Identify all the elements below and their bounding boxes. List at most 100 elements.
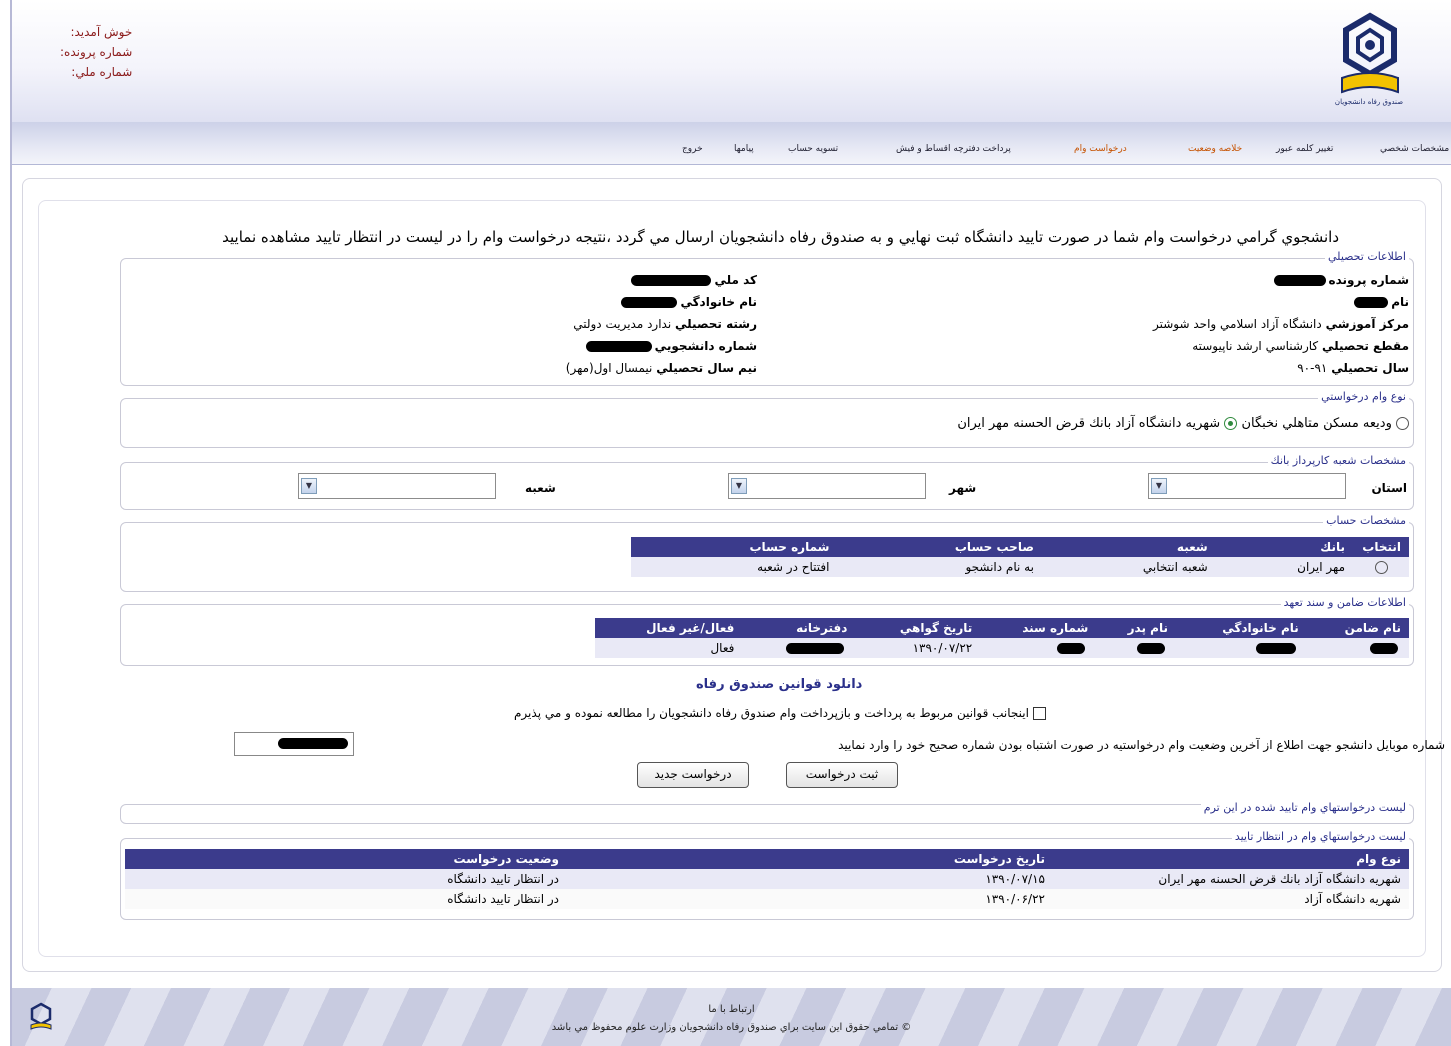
grade-field-label: مقطع تحصيلي bbox=[1321, 339, 1409, 353]
table-cell: مهر ايران bbox=[1215, 557, 1353, 577]
province-label: استان bbox=[1371, 481, 1407, 495]
download-rules-link[interactable]: دانلود قوانين صندوق رفاه bbox=[696, 677, 862, 692]
tuition-loan-radio[interactable] bbox=[1224, 417, 1238, 430]
mobile-label: شماره موبايل دانشجو جهت اطلاع از آخرين و… bbox=[838, 738, 1445, 752]
field-field-label: رشته تحصيلي bbox=[675, 317, 757, 331]
column-bank: بانك bbox=[1215, 537, 1353, 557]
grade-value: كارشناسي ارشد ناپيوسته bbox=[1192, 339, 1319, 353]
column-family-name: نام خانوادگي bbox=[1175, 618, 1307, 638]
table-row: شهريه دانشگاه آزاد بانك قرض الحسنه مهر ا… bbox=[125, 869, 1409, 889]
table-cell bbox=[980, 638, 1097, 658]
loan-type-section: نوع وام درخواستي وديعه مسكن متاهلي نخبگا… bbox=[120, 390, 1414, 448]
column-father-name: نام پدر bbox=[1096, 618, 1176, 638]
redacted-value bbox=[1370, 643, 1398, 654]
nav-loan-request[interactable]: درخواست وام bbox=[1074, 144, 1127, 154]
table-cell: افتتاح در شعبه bbox=[631, 557, 838, 577]
table-cell: در انتظار تاييد دانشگاه bbox=[125, 889, 567, 909]
user-info: خوش آمديد: شماره پرونده: شماره ملي: bbox=[60, 22, 132, 82]
pending-requests-section: ليست درخواستهاي وام در انتظار تاييد نوع … bbox=[120, 830, 1414, 920]
file-number-field-label: شماره پرونده bbox=[1328, 273, 1409, 287]
redacted-value bbox=[621, 297, 678, 308]
column-account-owner: صاحب حساب bbox=[837, 537, 1042, 557]
redacted-value bbox=[1057, 643, 1086, 654]
redacted-value bbox=[786, 643, 845, 654]
page-footer: ارتباط با ما © تمامي حقوق اين سايت براي … bbox=[12, 988, 1451, 1046]
agreement-checkbox[interactable] bbox=[1032, 707, 1046, 720]
loan-type-options: وديعه مسكن متاهلي نخبگان شهريه دانشگاه آ… bbox=[957, 416, 1409, 431]
copyright-text: © تمامي حقوق اين سايت براي صندوق رفاه دا… bbox=[551, 1022, 912, 1033]
redacted-value bbox=[1136, 643, 1165, 654]
new-request-button[interactable]: درخواست جديد bbox=[637, 762, 749, 788]
table-cell: فعال bbox=[595, 638, 743, 658]
table-row: مهر ايران شعبه انتخابي به نام دانشجو افت… bbox=[631, 557, 1409, 577]
table-cell: به نام دانشجو bbox=[837, 557, 1042, 577]
column-branch: شعبه bbox=[1041, 537, 1216, 557]
column-request-date: تاريخ درخواست bbox=[567, 849, 1053, 869]
pending-requests-table: نوع وام تاريخ درخواست وضعيت درخواست شهري… bbox=[125, 849, 1409, 909]
redacted-value bbox=[1255, 643, 1296, 654]
student-number-field-label: شماره دانشجويي bbox=[654, 339, 757, 353]
nav-personal-info[interactable]: مشخصات شخصي bbox=[1380, 144, 1449, 154]
fund-logo bbox=[1341, 12, 1399, 94]
column-account-number: شماره حساب bbox=[631, 537, 838, 557]
housing-deposit-radio[interactable] bbox=[1396, 417, 1409, 430]
bank-branch-legend: مشخصات شعبه كارپرداز بانك bbox=[1267, 454, 1409, 467]
redacted-value bbox=[585, 341, 652, 352]
education-info-section: اطلاعات تحصيلي شماره پرونده نام مركز آمو… bbox=[120, 250, 1414, 386]
family-name-field-label: نام خانوادگي bbox=[680, 295, 757, 309]
nav-installment-payment[interactable]: پرداخت دفترچه اقساط و فيش bbox=[896, 144, 1011, 154]
welcome-text: خوش آمديد: bbox=[70, 25, 133, 39]
submit-request-button[interactable]: ثبت درخواست bbox=[786, 762, 898, 788]
nav-messages[interactable]: پيامها bbox=[734, 144, 754, 154]
branch-select[interactable]: ▼ bbox=[298, 473, 496, 499]
city-select[interactable]: ▼ bbox=[728, 473, 926, 499]
bank-branch-section: مشخصات شعبه كارپرداز بانك استان ▼ شهر ▼ … bbox=[120, 454, 1414, 510]
branch-label: شعبه bbox=[525, 481, 556, 495]
year-field-label: سال تحصيلي bbox=[1331, 361, 1409, 375]
agreement-row: اينجانب قوانين مربوط به پرداخت و بازپردا… bbox=[514, 706, 1046, 720]
nav-settlement[interactable]: تسويه حساب bbox=[788, 144, 838, 154]
notice-text: دانشجوي گرامي درخواست وام شما در صورت تا… bbox=[222, 228, 1339, 246]
pending-header-row: نوع وام تاريخ درخواست وضعيت درخواست bbox=[125, 849, 1409, 869]
nav-logout[interactable]: خروج bbox=[682, 144, 703, 154]
name-field-label: نام bbox=[1391, 295, 1409, 309]
table-cell bbox=[742, 638, 856, 658]
redacted-value bbox=[278, 738, 348, 749]
semester-row: نيم سال تحصيلي نيمسال اول(مهر) bbox=[566, 361, 757, 375]
tuition-loan-label: شهريه دانشگاه آزاد بانك قرض الحسنه مهر ا… bbox=[957, 416, 1221, 431]
contact-us-link[interactable]: ارتباط با ما bbox=[12, 1004, 1451, 1015]
year-row: سال تحصيلي ۹۱-۹۰ bbox=[1297, 361, 1409, 375]
student-number-row: شماره دانشجويي bbox=[583, 339, 757, 353]
nav-change-password[interactable]: تغيير كلمه عبور bbox=[1276, 144, 1333, 154]
guarantor-legend: اطلاعات ضامن و سند تعهد bbox=[1280, 596, 1409, 609]
chevron-down-icon: ▼ bbox=[301, 478, 317, 494]
city-label: شهر bbox=[949, 481, 977, 495]
table-cell: شهريه دانشگاه آزاد bbox=[1053, 889, 1409, 909]
column-guarantor-name: نام ضامن bbox=[1306, 618, 1409, 638]
guarantor-section: اطلاعات ضامن و سند تعهد نام ضامن نام خان… bbox=[120, 596, 1414, 666]
semester-field-label: نيم سال تحصيلي bbox=[656, 361, 757, 375]
table-cell: ۱۳۹۰/۰۷/۱۵ bbox=[567, 869, 1053, 889]
column-document-number: شماره سند bbox=[980, 618, 1097, 638]
table-cell: در انتظار تاييد دانشگاه bbox=[125, 869, 567, 889]
select-cell bbox=[1353, 557, 1409, 577]
chevron-down-icon: ▼ bbox=[1151, 478, 1167, 494]
account-section: مشخصات حساب انتخاب بانك شعبه صاحب حساب ش… bbox=[120, 514, 1414, 592]
account-table: انتخاب بانك شعبه صاحب حساب شماره حساب مه… bbox=[631, 537, 1409, 577]
nav-status-summary[interactable]: خلاصه وضعيت bbox=[1188, 144, 1242, 154]
table-cell bbox=[1306, 638, 1409, 658]
top-navigation: مشخصات شخصي تغيير كلمه عبور خلاصه وضعيت … bbox=[12, 122, 1451, 165]
account-select-radio[interactable] bbox=[1374, 561, 1388, 574]
family-name-row: نام خانوادگي bbox=[618, 295, 757, 309]
table-cell bbox=[1096, 638, 1176, 658]
file-number-row: شماره پرونده bbox=[1271, 273, 1409, 287]
field-value: ندارد مديريت دولتي bbox=[573, 317, 672, 331]
education-legend: اطلاعات تحصيلي bbox=[1325, 250, 1409, 263]
national-number-label: شماره ملي: bbox=[71, 65, 133, 79]
mobile-input[interactable] bbox=[234, 732, 354, 756]
province-select[interactable]: ▼ bbox=[1148, 473, 1346, 499]
redacted-value bbox=[631, 275, 712, 286]
column-select: انتخاب bbox=[1353, 537, 1409, 557]
account-legend: مشخصات حساب bbox=[1323, 514, 1409, 527]
column-active-status: فعال/غير فعال bbox=[595, 618, 743, 638]
